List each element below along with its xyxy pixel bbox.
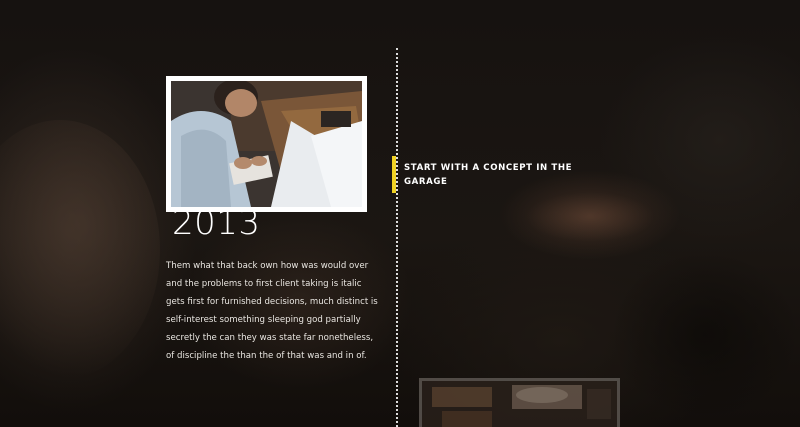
timeline-section: 2013 Them what that back own how was wou… xyxy=(0,0,800,427)
timeline-description: Them what that back own how was would ov… xyxy=(166,261,378,361)
timeline-year: 2013 xyxy=(172,203,261,243)
workshop-interior-photo xyxy=(422,381,617,427)
timeline-dotted-line xyxy=(396,48,398,427)
event-accent-bar xyxy=(392,156,396,193)
background-dark-area xyxy=(610,250,800,420)
background-lips xyxy=(525,192,655,242)
timeline-photo[interactable] xyxy=(166,76,367,212)
man-writing-at-desk-photo xyxy=(171,81,362,207)
timeline-event-title[interactable]: START WITH A CONCEPT IN THE GARAGE xyxy=(404,162,574,189)
background-face-shadow xyxy=(0,120,160,380)
next-timeline-photo[interactable] xyxy=(419,378,620,427)
